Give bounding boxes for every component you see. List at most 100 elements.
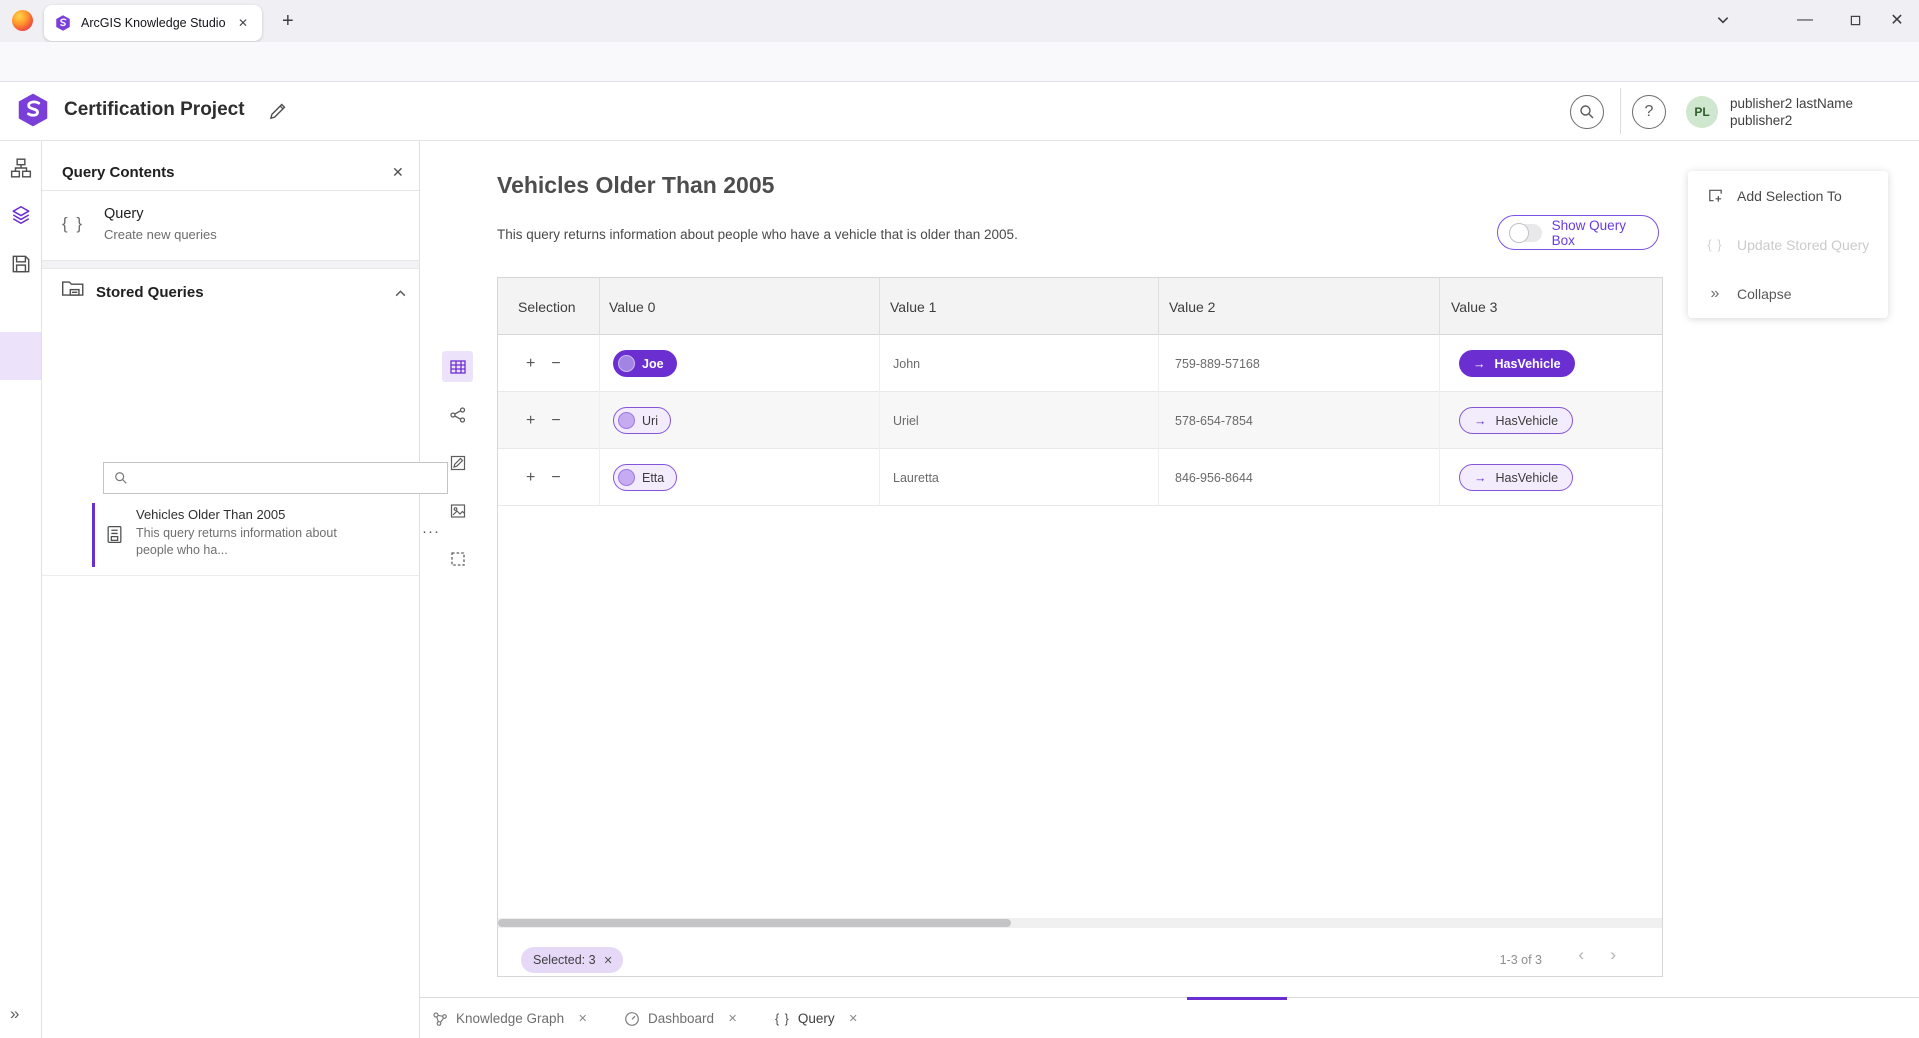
layers-rail-icon[interactable]	[10, 204, 32, 226]
new-query-title: Query	[104, 206, 144, 222]
col-selection[interactable]: Selection	[518, 278, 576, 335]
stored-queries-search[interactable]	[103, 462, 448, 494]
link-chart-view-button[interactable]	[442, 399, 473, 430]
toggle-label: Show Query Box	[1552, 218, 1646, 248]
double-chevron-right-icon: »	[1706, 285, 1724, 303]
new-query-item[interactable]: { } Query Create new queries	[42, 191, 419, 260]
table-row[interactable]: +− Etta Lauretta 846-956-8644 →HasVehicl…	[498, 449, 1662, 506]
window-maximize-button[interactable]	[1832, 0, 1878, 40]
expand-row-button[interactable]: +	[526, 412, 535, 430]
add-selection-icon	[1706, 187, 1724, 204]
chart-edit-icon	[449, 454, 467, 472]
entity-pill[interactable]: Uri	[613, 407, 671, 434]
collapse-row-button[interactable]: −	[551, 412, 560, 430]
edit-chart-view-button[interactable]	[442, 447, 473, 478]
new-tab-button[interactable]: +	[282, 7, 294, 35]
content-tabbar: Knowledge Graph ✕ Dashboard ✕ { } Query …	[420, 997, 1919, 1038]
stored-queries-title: Stored Queries	[96, 284, 204, 301]
tab-query[interactable]: { } Query ✕	[775, 998, 858, 1038]
browser-window: ArcGIS Knowledge Studio ✕ + — ✕ ← → htt	[0, 0, 1919, 1038]
edit-pencil-icon[interactable]	[268, 102, 287, 121]
map-view-button[interactable]	[442, 495, 473, 526]
close-tab-icon[interactable]: ✕	[849, 1012, 858, 1025]
section-gap	[42, 260, 419, 269]
new-query-subtitle: Create new queries	[104, 227, 217, 242]
folder-icon	[60, 277, 86, 299]
clear-selection-icon[interactable]: ✕	[604, 954, 613, 967]
expand-row-button[interactable]: +	[526, 469, 535, 487]
map-image-icon	[449, 502, 467, 520]
query-contents-panel: Query Contents ✕ { } Query Create new qu…	[42, 141, 420, 1038]
entity-pill[interactable]: Joe	[613, 350, 677, 377]
collapse-row-button[interactable]: −	[551, 355, 560, 373]
expand-row-button[interactable]: +	[526, 355, 535, 373]
relationship-pill[interactable]: →HasVehicle	[1459, 407, 1573, 434]
user-name[interactable]: publisher2 lastName publisher2	[1730, 95, 1853, 129]
page-description: This query returns information about peo…	[497, 227, 1018, 242]
table-view-button[interactable]	[442, 351, 473, 382]
page-prev-icon[interactable]: ‹	[1578, 945, 1584, 965]
select-tool-button[interactable]	[442, 543, 473, 574]
relationship-pill[interactable]: →HasVehicle	[1459, 350, 1575, 377]
item-options-icon[interactable]: ···	[422, 523, 440, 540]
help-button[interactable]: ?	[1632, 95, 1666, 129]
col-value0[interactable]: Value 0	[609, 278, 655, 335]
save-rail-icon[interactable]	[10, 253, 32, 275]
close-tab-icon[interactable]: ✕	[728, 1012, 737, 1025]
dashboard-icon	[624, 1011, 640, 1027]
tab-close-icon[interactable]: ✕	[234, 14, 252, 32]
entity-dot-icon	[618, 412, 635, 429]
col-value1[interactable]: Value 1	[890, 278, 936, 335]
active-tab-indicator	[1187, 997, 1287, 1000]
window-close-button[interactable]: ✕	[1874, 0, 1919, 40]
collapse-section-chevron-icon[interactable]	[394, 287, 407, 300]
knowledge-graph-rail-icon[interactable]	[10, 157, 32, 179]
cell-value1: Lauretta	[893, 449, 939, 506]
table-row[interactable]: +− Uri Uriel 578-654-7854 →HasVehicle	[498, 392, 1662, 449]
toggle-track[interactable]	[1510, 224, 1542, 242]
tab-title: ArcGIS Knowledge Studio	[81, 16, 234, 30]
list-divider	[42, 575, 419, 576]
scrollbar-thumb[interactable]	[498, 919, 1011, 927]
stored-query-desc-2: people who ha...	[136, 543, 228, 557]
app-header: Certification Project ? PL publisher2 la…	[0, 82, 1919, 141]
stored-query-title: Vehicles Older Than 2005	[136, 507, 285, 522]
col-value3[interactable]: Value 3	[1451, 278, 1497, 335]
col-value2[interactable]: Value 2	[1169, 278, 1215, 335]
selected-count-chip[interactable]: Selected: 3 ✕	[521, 947, 623, 973]
arrow-right-icon: →	[1474, 471, 1487, 485]
expand-panel-button[interactable]: »	[10, 1004, 19, 1024]
knowledge-graph-icon	[432, 1011, 448, 1027]
tab-dashboard[interactable]: Dashboard ✕	[624, 998, 737, 1038]
stored-query-item[interactable]: Vehicles Older Than 2005 This query retu…	[92, 501, 448, 569]
collapse-row-button[interactable]: −	[551, 469, 560, 487]
menu-item-add-selection-to[interactable]: Add Selection To	[1688, 171, 1888, 220]
project-title: Certification Project	[64, 99, 245, 121]
relationship-pill[interactable]: →HasVehicle	[1459, 464, 1573, 491]
marquee-select-icon	[449, 550, 467, 568]
tab-knowledge-graph[interactable]: Knowledge Graph ✕	[432, 998, 587, 1038]
row-range-label: 1-3 of 3	[1500, 947, 1542, 973]
app-logo-icon	[14, 91, 52, 129]
toggle-knob	[1509, 223, 1529, 243]
search-button[interactable]	[1570, 95, 1604, 129]
menu-item-collapse[interactable]: » Collapse	[1688, 269, 1888, 318]
firefox-icon[interactable]	[12, 10, 33, 31]
page-next-icon[interactable]: ›	[1610, 945, 1616, 965]
cell-value2: 846-956-8644	[1175, 449, 1253, 506]
avatar[interactable]: PL	[1686, 96, 1718, 128]
browser-navbar: ← → https://dev0028833.esri.com/portal/a…	[0, 42, 1919, 82]
show-query-box-toggle[interactable]: Show Query Box	[1497, 215, 1659, 250]
left-rail: »	[0, 141, 42, 1038]
panel-close-icon[interactable]: ✕	[392, 164, 404, 181]
cell-value1: John	[893, 335, 920, 392]
menu-item-update-stored-query: { } Update Stored Query	[1688, 220, 1888, 269]
window-minimize-button[interactable]: —	[1782, 0, 1828, 40]
entity-pill[interactable]: Etta	[613, 464, 677, 491]
horizontal-scrollbar[interactable]	[498, 918, 1662, 928]
close-tab-icon[interactable]: ✕	[578, 1012, 587, 1025]
table-row[interactable]: +− Joe John 759-889-57168 →HasVehicle	[498, 335, 1662, 392]
stored-queries-search-input[interactable]	[136, 471, 437, 486]
browser-tab[interactable]: ArcGIS Knowledge Studio ✕	[44, 5, 262, 41]
tab-list-chevron-icon[interactable]	[1716, 13, 1730, 27]
